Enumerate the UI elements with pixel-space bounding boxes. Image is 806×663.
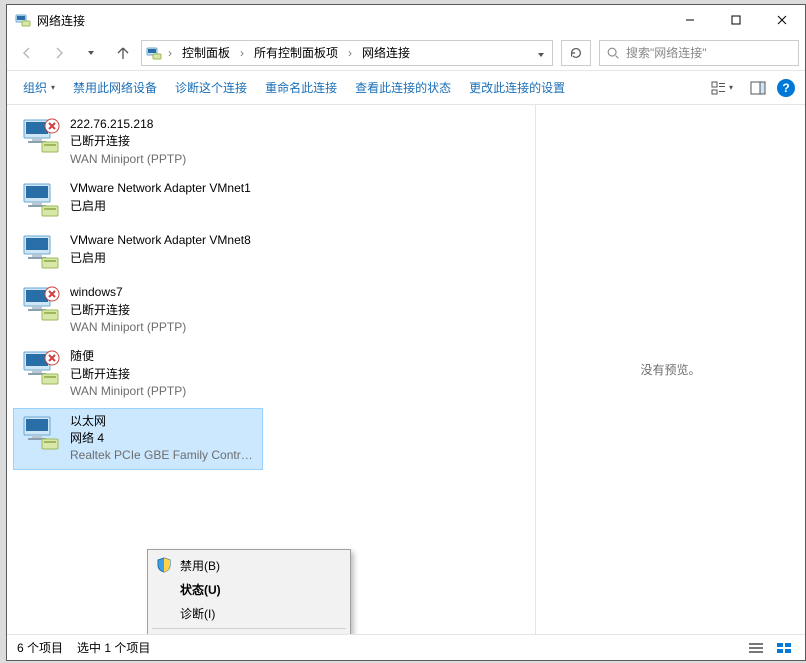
network-adapter-icon [20,232,60,272]
shield-icon [156,557,172,573]
menu-item-label: 状态(U) [180,581,221,598]
help-button[interactable]: ? [777,79,795,97]
tiles-view-button[interactable] [773,639,795,657]
change-settings-button[interactable]: 更改此连接的设置 [463,75,571,100]
window-controls [667,5,805,35]
network-adapter-icon [20,284,60,324]
address-icon [146,45,162,61]
connection-name: VMware Network Adapter VMnet1 [70,180,251,197]
search-input[interactable]: 搜索"网络连接" [599,40,799,66]
organize-menu[interactable]: 组织▾ [17,75,61,100]
breadcrumb[interactable]: 网络连接 [358,42,414,63]
status-bar: 6 个项目 选中 1 个项目 [7,634,805,660]
refresh-button[interactable] [561,40,591,66]
connection-status: 已断开连接 [70,302,186,319]
network-adapter-icon [20,180,60,220]
connection-text: 以太网网络 4Realtek PCIe GBE Family Controlle… [70,413,256,465]
breadcrumb[interactable]: 所有控制面板项 [250,42,342,63]
connection-item[interactable]: 随便已断开连接WAN Miniport (PPTP) [13,343,263,405]
connection-item[interactable]: VMware Network Adapter VMnet8已启用 [13,227,263,277]
connection-text: VMware Network Adapter VMnet8已启用 [70,232,251,267]
connection-status: 已断开连接 [70,366,186,383]
view-status-button[interactable]: 查看此连接的状态 [349,75,457,100]
recent-dropdown[interactable] [77,39,105,67]
menu-item[interactable]: 禁用(B) [150,553,348,577]
network-adapter-icon [20,116,60,156]
minimize-button[interactable] [667,5,713,35]
menu-item[interactable]: 桥接(G) [150,632,348,634]
item-count: 6 个项目 [17,639,63,656]
breadcrumb[interactable]: 控制面板 [178,42,234,63]
menu-separator [152,628,346,629]
connection-status: 已启用 [70,250,251,267]
command-bar: 组织▾ 禁用此网络设备 诊断这个连接 重命名此连接 查看此连接的状态 更改此连接… [7,71,805,105]
connection-text: VMware Network Adapter VMnet1已启用 [70,180,251,215]
context-menu: 禁用(B)状态(U)诊断(I)桥接(G)创建快捷方式(S)删除(D)重命名(M)… [147,549,351,634]
connection-name: 随便 [70,348,186,365]
connection-name: 以太网 [70,413,256,430]
preview-pane-button[interactable] [745,76,771,100]
connection-device: WAN Miniport (PPTP) [70,319,186,336]
connection-item[interactable]: windows7已断开连接WAN Miniport (PPTP) [13,279,263,341]
window-title: 网络连接 [37,12,667,29]
forward-button[interactable] [45,39,73,67]
search-icon [606,46,620,60]
chevron-right-icon[interactable]: › [346,46,354,60]
content-area: 222.76.215.218已断开连接WAN Miniport (PPTP)VM… [7,105,805,634]
menu-item-label: 禁用(B) [180,557,220,574]
connection-device: Realtek PCIe GBE Family Controller [70,447,256,464]
connection-device: WAN Miniport (PPTP) [70,151,186,168]
network-adapter-icon [20,413,60,453]
disable-device-button[interactable]: 禁用此网络设备 [67,75,163,100]
preview-pane: 没有预览。 [535,105,805,634]
navbar: › 控制面板 › 所有控制面板项 › 网络连接 搜索"网络连接" [7,35,805,71]
chevron-right-icon[interactable]: › [166,46,174,60]
connection-name: VMware Network Adapter VMnet8 [70,232,251,249]
address-bar[interactable]: › 控制面板 › 所有控制面板项 › 网络连接 [141,40,553,66]
address-dropdown[interactable] [534,46,548,60]
connection-item[interactable]: VMware Network Adapter VMnet1已启用 [13,175,263,225]
up-button[interactable] [109,39,137,67]
view-options-button[interactable]: ▾ [709,76,735,100]
connection-status: 已启用 [70,198,251,215]
connection-name: windows7 [70,284,186,301]
connection-device: WAN Miniport (PPTP) [70,383,186,400]
network-adapter-icon [20,348,60,388]
selection-count: 选中 1 个项目 [77,639,150,656]
connection-text: windows7已断开连接WAN Miniport (PPTP) [70,284,186,336]
details-view-button[interactable] [745,639,767,657]
menu-item[interactable]: 状态(U) [150,577,348,601]
connection-item[interactable]: 以太网网络 4Realtek PCIe GBE Family Controlle… [13,408,263,470]
rename-button[interactable]: 重命名此连接 [259,75,343,100]
back-button[interactable] [13,39,41,67]
close-button[interactable] [759,5,805,35]
connection-item[interactable]: 222.76.215.218已断开连接WAN Miniport (PPTP) [13,111,263,173]
menu-item[interactable]: 诊断(I) [150,601,348,625]
window: 网络连接 › 控制面板 › 所有控制面板项 › 网络连接 搜索"网络连接" [6,4,806,661]
network-connections-icon [15,12,31,28]
connection-text: 随便已断开连接WAN Miniport (PPTP) [70,348,186,400]
titlebar: 网络连接 [7,5,805,35]
connection-text: 222.76.215.218已断开连接WAN Miniport (PPTP) [70,116,186,168]
connection-status: 网络 4 [70,430,256,447]
body: 222.76.215.218已断开连接WAN Miniport (PPTP)VM… [7,105,805,634]
search-placeholder: 搜索"网络连接" [626,44,707,61]
connection-list: 222.76.215.218已断开连接WAN Miniport (PPTP)VM… [7,105,517,470]
chevron-right-icon[interactable]: › [238,46,246,60]
diagnose-button[interactable]: 诊断这个连接 [169,75,253,100]
maximize-button[interactable] [713,5,759,35]
menu-item-label: 诊断(I) [180,605,215,622]
preview-text: 没有预览。 [640,361,700,378]
connection-status: 已断开连接 [70,133,186,150]
connection-name: 222.76.215.218 [70,116,186,133]
